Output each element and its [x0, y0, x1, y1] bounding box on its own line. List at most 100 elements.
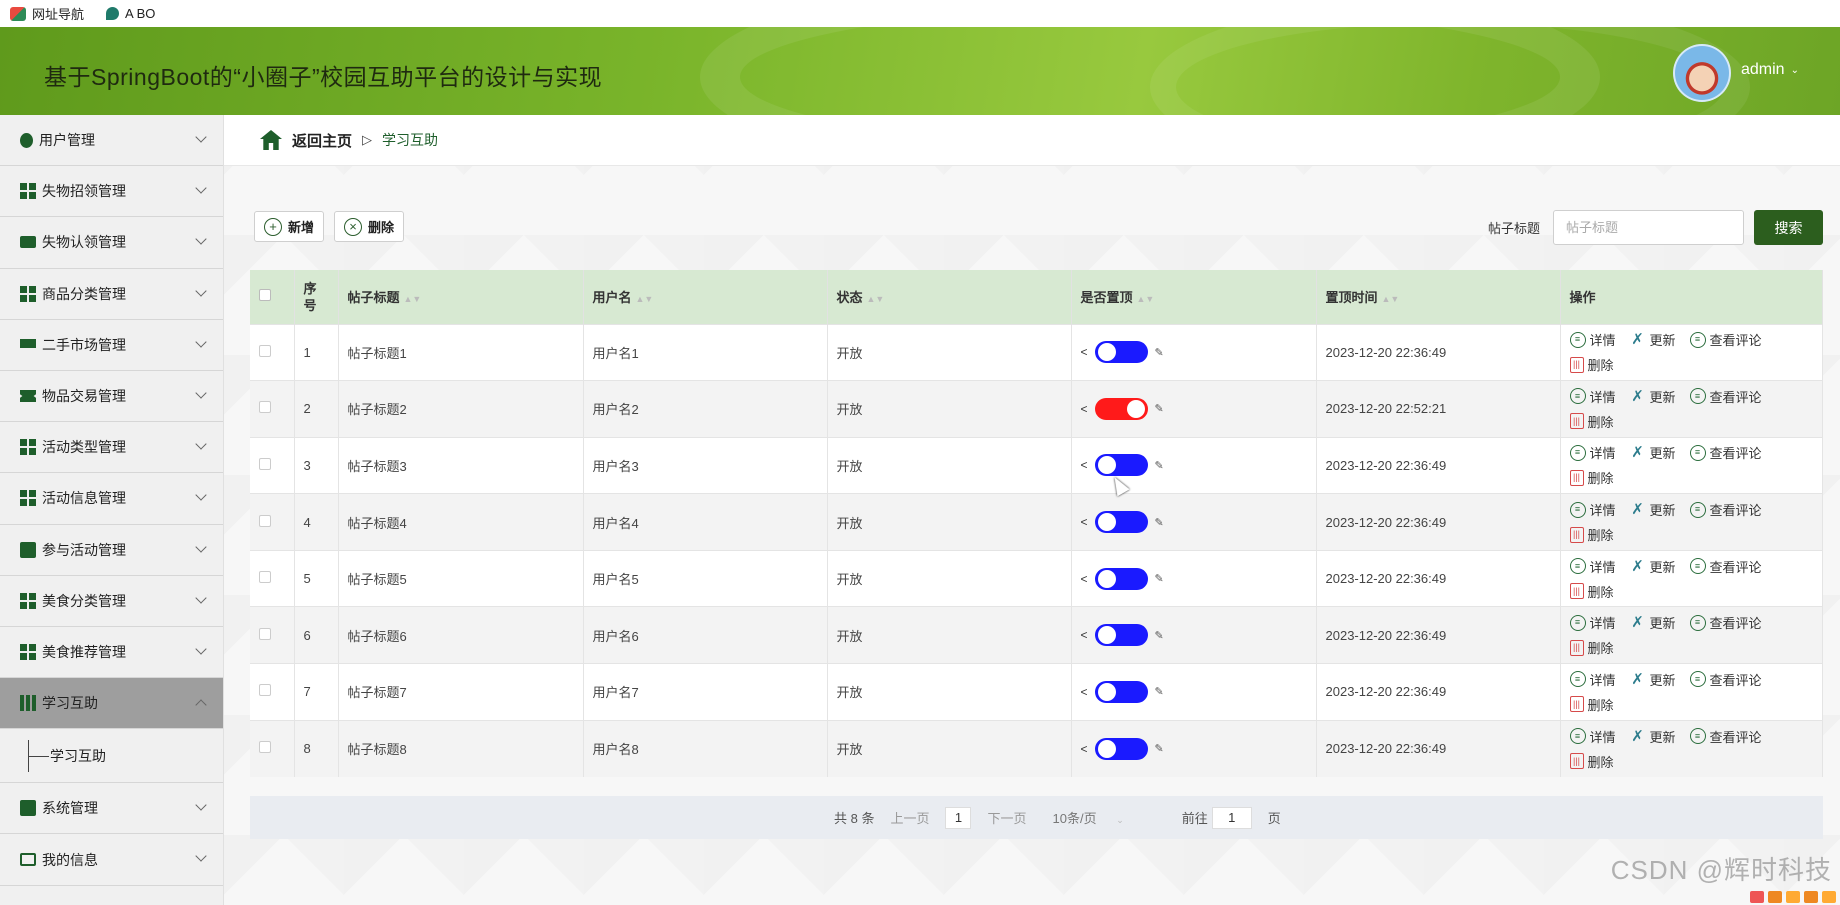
comments-button[interactable]: ≡ 查看评论	[1689, 387, 1762, 406]
sidebar-item-11[interactable]: 学习互助	[0, 678, 223, 730]
pin-toggle[interactable]	[1094, 624, 1148, 647]
header-status[interactable]: 状态 ▲▼	[827, 270, 1072, 324]
header-title[interactable]: 帖子标题 ▲▼	[338, 270, 584, 324]
comments-button[interactable]: ≡ 查看评论	[1689, 443, 1762, 462]
row-delete-button[interactable]: ||| 删除	[1569, 525, 1614, 544]
sidebar-item-label: 美食推荐管理	[42, 643, 126, 660]
detail-button[interactable]: ≡ 详情	[1569, 443, 1616, 462]
sort-icon[interactable]: ▲▼	[636, 294, 654, 304]
select-all-checkbox[interactable]	[259, 289, 271, 302]
comments-button[interactable]: ≡ 查看评论	[1689, 557, 1762, 576]
sidebar-item-label: 用户管理	[39, 132, 95, 149]
sidebar-item-9[interactable]: 美食分类管理	[0, 576, 223, 627]
page-number-1[interactable]: 1	[945, 806, 972, 829]
sidebar-item-4[interactable]: 二手市场管理	[0, 320, 223, 371]
detail-button[interactable]: ≡ 详情	[1569, 557, 1616, 576]
sidebar-item-12[interactable]: 系统管理	[0, 783, 223, 835]
pin-toggle[interactable]	[1094, 341, 1148, 364]
row-delete-button[interactable]: ||| 删除	[1569, 638, 1614, 657]
add-button[interactable]: + 新增	[254, 211, 325, 242]
prev-page-button[interactable]: 上一页	[890, 808, 929, 827]
row-checkbox[interactable]	[259, 741, 271, 754]
search-button[interactable]: 搜索	[1754, 210, 1823, 245]
main-content: 返回主页 ▷ 学习互助 + 新增 × 删除 帖子标题 搜索 序号 帖子标题▲▼ …	[224, 115, 1840, 905]
row-checkbox[interactable]	[259, 571, 271, 584]
header-pinned[interactable]: 是否置顶 ▲▼	[1071, 270, 1317, 324]
update-button[interactable]: ✗ 更新	[1630, 613, 1675, 632]
search-input[interactable]	[1553, 210, 1744, 245]
update-button[interactable]: ✗ 更新	[1630, 727, 1675, 746]
detail-button[interactable]: ≡ 详情	[1569, 387, 1616, 406]
avatar[interactable]	[1673, 44, 1731, 102]
pin-toggle[interactable]	[1094, 680, 1148, 703]
row-delete-button[interactable]: ||| 删除	[1569, 355, 1614, 374]
sidebar-item-10[interactable]: 美食推荐管理	[0, 627, 223, 679]
pin-toggle[interactable]	[1094, 567, 1148, 590]
row-checkbox[interactable]	[259, 684, 271, 697]
comments-button[interactable]: ≡ 查看评论	[1689, 500, 1762, 519]
sidebar-item-label: 美食分类管理	[42, 592, 126, 609]
sidebar-item-7[interactable]: 活动信息管理	[0, 473, 223, 525]
sidebar-item-13[interactable]: 我的信息	[0, 834, 223, 886]
row-checkbox[interactable]	[259, 627, 271, 640]
update-button[interactable]: ✗ 更新	[1630, 670, 1675, 689]
cell-pinned: < ✎	[1071, 606, 1317, 664]
tray-icon	[1786, 891, 1800, 903]
row-checkbox[interactable]	[259, 344, 271, 357]
breadcrumb: 返回主页 ▷ 学习互助	[224, 115, 1840, 166]
detail-button[interactable]: ≡ 详情	[1569, 727, 1616, 746]
row-select-cell	[250, 549, 295, 607]
breadcrumb-home[interactable]: 返回主页	[292, 130, 352, 151]
sort-icon[interactable]: ▲▼	[867, 294, 885, 304]
home-icon[interactable]	[260, 130, 282, 150]
bookmark-abo[interactable]: A BO	[106, 6, 155, 21]
update-button[interactable]: ✗ 更新	[1630, 387, 1675, 406]
row-delete-button[interactable]: ||| 删除	[1569, 412, 1614, 431]
update-button[interactable]: ✗ 更新	[1630, 557, 1675, 576]
detail-button[interactable]: ≡ 详情	[1569, 670, 1616, 689]
sidebar-item-8[interactable]: 参与活动管理	[0, 525, 223, 576]
sidebar-item-6[interactable]: 活动类型管理	[0, 422, 223, 474]
tray-icon	[1804, 891, 1818, 903]
row-checkbox[interactable]	[259, 401, 271, 414]
trash-icon: |||	[1569, 639, 1584, 656]
row-delete-button[interactable]: ||| 删除	[1569, 752, 1614, 771]
row-delete-button[interactable]: ||| 删除	[1569, 468, 1614, 487]
update-button[interactable]: ✗ 更新	[1630, 443, 1675, 462]
sidebar-item-2[interactable]: 失物认领管理	[0, 217, 223, 269]
header-username[interactable]: 用户名 ▲▼	[583, 270, 828, 324]
pin-toggle[interactable]	[1094, 397, 1148, 420]
sidebar-item-label: 物品交易管理	[42, 388, 126, 405]
header-pin-time[interactable]: 置顶时间 ▲▼	[1316, 270, 1561, 324]
row-delete-button[interactable]: ||| 删除	[1569, 695, 1614, 714]
detail-button[interactable]: ≡ 详情	[1569, 330, 1616, 349]
update-button[interactable]: ✗ 更新	[1630, 500, 1675, 519]
page-size-select[interactable]: 10条/页 ⌄	[1053, 808, 1140, 827]
comments-button[interactable]: ≡ 查看评论	[1689, 613, 1762, 632]
update-button[interactable]: ✗ 更新	[1630, 330, 1675, 349]
sidebar-item-1[interactable]: 失物招领管理	[0, 166, 223, 218]
detail-button[interactable]: ≡ 详情	[1569, 500, 1616, 519]
sidebar-item-3[interactable]: 商品分类管理	[0, 269, 223, 320]
sidebar-subitem-study[interactable]: 学习互助	[0, 729, 223, 784]
row-delete-button[interactable]: ||| 删除	[1569, 582, 1614, 601]
next-page-button[interactable]: 下一页	[987, 808, 1026, 827]
pin-toggle[interactable]	[1094, 454, 1148, 477]
comments-button[interactable]: ≡ 查看评论	[1689, 727, 1762, 746]
comments-button[interactable]: ≡ 查看评论	[1689, 670, 1762, 689]
delete-button[interactable]: × 删除	[334, 211, 405, 242]
row-checkbox[interactable]	[259, 457, 271, 470]
sidebar-item-0[interactable]: 用户管理	[0, 115, 223, 167]
goto-page-input[interactable]: 1	[1211, 806, 1252, 829]
sort-icon[interactable]: ▲▼	[404, 294, 422, 304]
sort-icon[interactable]: ▲▼	[1382, 294, 1400, 304]
pin-toggle[interactable]	[1094, 511, 1148, 534]
comments-button[interactable]: ≡ 查看评论	[1689, 330, 1762, 349]
sidebar-item-5[interactable]: 物品交易管理	[0, 371, 223, 423]
row-checkbox[interactable]	[259, 514, 271, 527]
user-menu[interactable]: admin ⌄	[1741, 61, 1799, 79]
sort-icon[interactable]: ▲▼	[1137, 294, 1155, 304]
bookmark-nav[interactable]: 网址导航	[10, 4, 84, 23]
pin-toggle[interactable]	[1094, 737, 1148, 760]
detail-button[interactable]: ≡ 详情	[1569, 613, 1616, 632]
